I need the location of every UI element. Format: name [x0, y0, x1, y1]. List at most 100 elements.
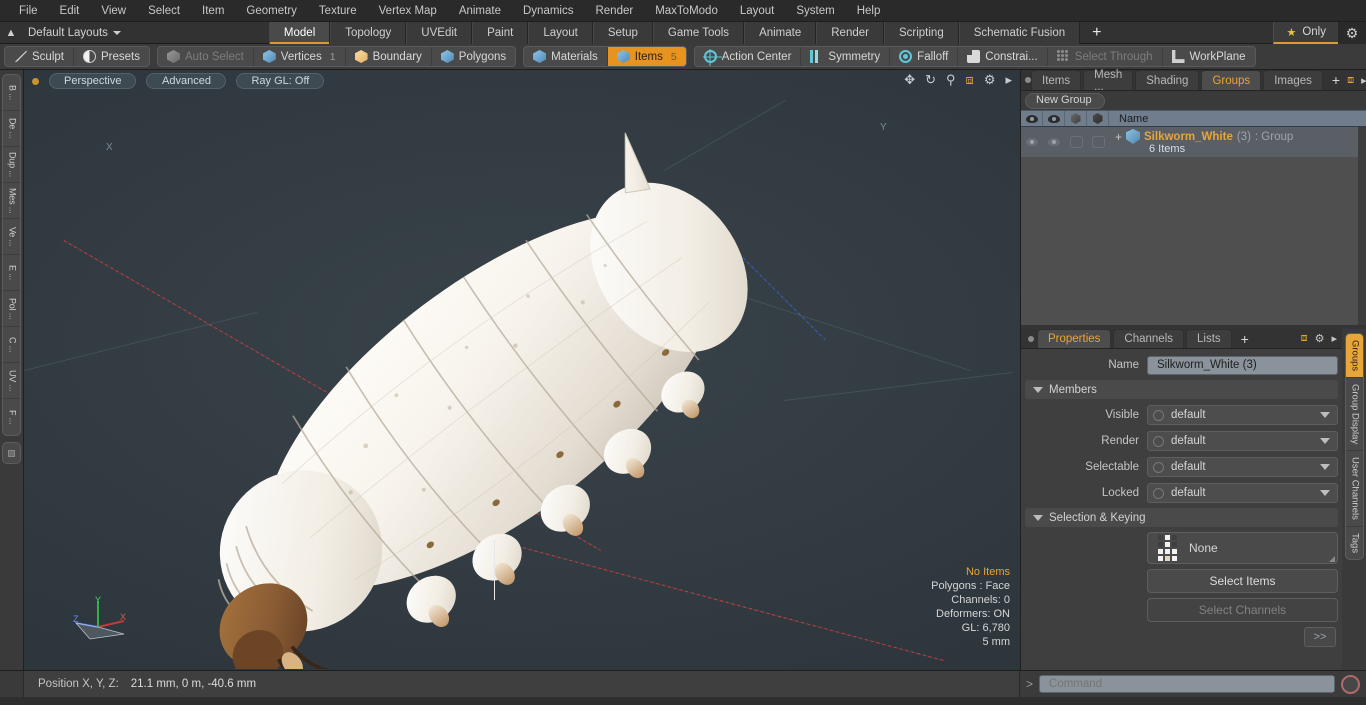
visible-dropdown[interactable]: default	[1147, 405, 1338, 425]
add-tab-button[interactable]: +	[1080, 22, 1113, 44]
only-toggle-button[interactable]: ★ Only	[1273, 22, 1338, 44]
menu-item-texture[interactable]: Texture	[308, 3, 368, 19]
chevron-right-icon[interactable]: ▸	[1331, 332, 1337, 345]
panel-tab-items[interactable]: Items	[1031, 70, 1082, 90]
menu-item-system[interactable]: System	[785, 3, 845, 19]
locked-dropdown[interactable]: default	[1147, 483, 1338, 503]
left-tab-curve[interactable]: C ...	[3, 327, 20, 363]
menu-item-help[interactable]: Help	[846, 3, 892, 19]
tab-paint[interactable]: Paint	[472, 21, 529, 44]
presets-button[interactable]: Presets	[74, 47, 149, 66]
left-tab-fusion[interactable]: F ...	[3, 399, 20, 435]
left-tab-uv[interactable]: UV ...	[3, 363, 20, 399]
menu-item-geometry[interactable]: Geometry	[235, 3, 308, 19]
render-dropdown[interactable]: default	[1147, 431, 1338, 451]
left-tab-mesh[interactable]: Mes ...	[3, 183, 20, 219]
menu-item-vertex-map[interactable]: Vertex Map	[368, 3, 448, 19]
maximize-icon[interactable]: ⧈	[1347, 74, 1354, 87]
left-tab-deform[interactable]: De ...	[3, 111, 20, 147]
expand-button[interactable]: >>	[1304, 627, 1336, 647]
properties-menu-dot-icon[interactable]	[1025, 329, 1037, 348]
chevron-right-icon[interactable]: ▸	[1361, 74, 1366, 87]
gear-icon[interactable]: ⚙	[1338, 22, 1366, 44]
move-icon[interactable]: ✥	[904, 73, 915, 86]
table-row[interactable]: + Silkworm_White (3) : Group 6 Items	[1021, 127, 1366, 157]
sculpt-button[interactable]: Sculpt	[5, 47, 74, 66]
auto-select-button[interactable]: Auto Select	[158, 47, 254, 66]
select-items-button[interactable]: Select Items	[1147, 569, 1338, 593]
tab-scripting[interactable]: Scripting	[883, 21, 959, 44]
select-through-button[interactable]: Select Through	[1048, 47, 1163, 66]
menu-item-select[interactable]: Select	[137, 3, 191, 19]
group-tree-body[interactable]: + Silkworm_White (3) : Group 6 Items	[1021, 127, 1366, 325]
maximize-icon[interactable]: ⧈	[966, 73, 974, 86]
chevron-right-icon[interactable]: ▸	[1005, 73, 1012, 86]
panel-add-tab-button[interactable]: +	[1325, 70, 1347, 90]
gear-icon[interactable]: ⚙	[1315, 332, 1325, 345]
left-tab-basic[interactable]: B ...	[3, 75, 20, 111]
row-render-toggle[interactable]	[1043, 138, 1065, 146]
left-tab-edge[interactable]: E ...	[3, 255, 20, 291]
tab-setup[interactable]: Setup	[592, 21, 653, 44]
menu-item-item[interactable]: Item	[191, 3, 235, 19]
menu-item-file[interactable]: File	[8, 3, 49, 19]
selection-preset-button[interactable]: None	[1147, 532, 1338, 564]
right-tab-groups[interactable]: Groups	[1345, 334, 1363, 379]
workplane-button[interactable]: WorkPlane	[1163, 47, 1255, 66]
viewport-shading-advanced[interactable]: Advanced	[146, 73, 227, 89]
menu-item-dynamics[interactable]: Dynamics	[512, 3, 584, 19]
menu-item-animate[interactable]: Animate	[448, 3, 512, 19]
new-group-button[interactable]: New Group	[1025, 92, 1105, 109]
properties-add-tab-button[interactable]: +	[1234, 329, 1256, 348]
boundary-button[interactable]: Boundary	[346, 47, 432, 66]
row-lock-toggle[interactable]	[1087, 136, 1109, 148]
record-icon[interactable]	[1341, 674, 1360, 694]
panel-tab-shading[interactable]: Shading	[1135, 70, 1200, 90]
left-tab-vertex[interactable]: Ve ...	[3, 219, 20, 255]
panel-tab-groups[interactable]: Groups	[1201, 70, 1262, 90]
row-visibility-toggle[interactable]	[1021, 138, 1043, 146]
tab-model[interactable]: Model	[268, 21, 331, 44]
command-input[interactable]	[1039, 675, 1335, 693]
menu-item-view[interactable]: View	[90, 3, 137, 19]
falloff-button[interactable]: Falloff	[890, 47, 959, 66]
viewport-3d[interactable]: X Y Perspective Advanced Ray GL: Off ✥ ↻…	[24, 70, 1020, 670]
materials-button[interactable]: Materials	[524, 47, 608, 66]
menu-item-layout[interactable]: Layout	[729, 3, 786, 19]
gear-icon[interactable]: ⚙	[984, 73, 996, 86]
selectable-dropdown[interactable]: default	[1147, 457, 1338, 477]
tab-animate[interactable]: Animate	[744, 21, 817, 44]
tab-properties[interactable]: Properties	[1037, 329, 1112, 348]
tab-topology[interactable]: Topology	[330, 21, 407, 44]
rotate-icon[interactable]: ↻	[925, 73, 936, 86]
menu-item-maxtomodo[interactable]: MaxToModo	[644, 3, 729, 19]
name-input[interactable]: Silkworm_White (3)	[1147, 355, 1338, 375]
left-tab-extra[interactable]	[2, 442, 21, 464]
left-tab-duplicate[interactable]: Dup ...	[3, 147, 20, 183]
symmetry-button[interactable]: Symmetry	[801, 47, 891, 66]
home-icon[interactable]: ▲	[0, 23, 22, 43]
left-tab-polygon[interactable]: Pol ...	[3, 291, 20, 327]
menu-item-edit[interactable]: Edit	[49, 3, 91, 19]
right-tab-group-display[interactable]: Group Display	[1345, 378, 1363, 452]
zoom-icon[interactable]: ⚲	[946, 73, 956, 86]
vertices-button[interactable]: Vertices 1	[254, 47, 346, 66]
tab-game-tools[interactable]: Game Tools	[652, 21, 745, 44]
right-tab-user-channels[interactable]: User Channels	[1345, 451, 1363, 528]
tab-uvedit[interactable]: UVEdit	[406, 21, 473, 44]
row-selectable-toggle[interactable]	[1065, 136, 1087, 148]
constraint-button[interactable]: Constrai...	[958, 47, 1048, 66]
items-button[interactable]: Items 5	[607, 47, 686, 66]
default-layouts-dropdown[interactable]: Default Layouts	[22, 27, 127, 39]
viewport-raygl-toggle[interactable]: Ray GL: Off	[236, 73, 325, 89]
members-section-header[interactable]: Members	[1025, 380, 1338, 399]
viewport-mode-perspective[interactable]: Perspective	[49, 73, 137, 89]
selection-keying-section-header[interactable]: Selection & Keying	[1025, 508, 1338, 527]
tab-schematic-fusion[interactable]: Schematic Fusion	[958, 21, 1081, 44]
action-center-button[interactable]: Action Center	[695, 47, 802, 66]
right-tab-tags[interactable]: Tags	[1346, 527, 1363, 559]
tab-channels[interactable]: Channels	[1113, 329, 1185, 348]
tab-layout[interactable]: Layout	[528, 21, 593, 44]
polygons-button[interactable]: Polygons	[432, 47, 515, 66]
maximize-icon[interactable]: ⧈	[1301, 332, 1308, 345]
